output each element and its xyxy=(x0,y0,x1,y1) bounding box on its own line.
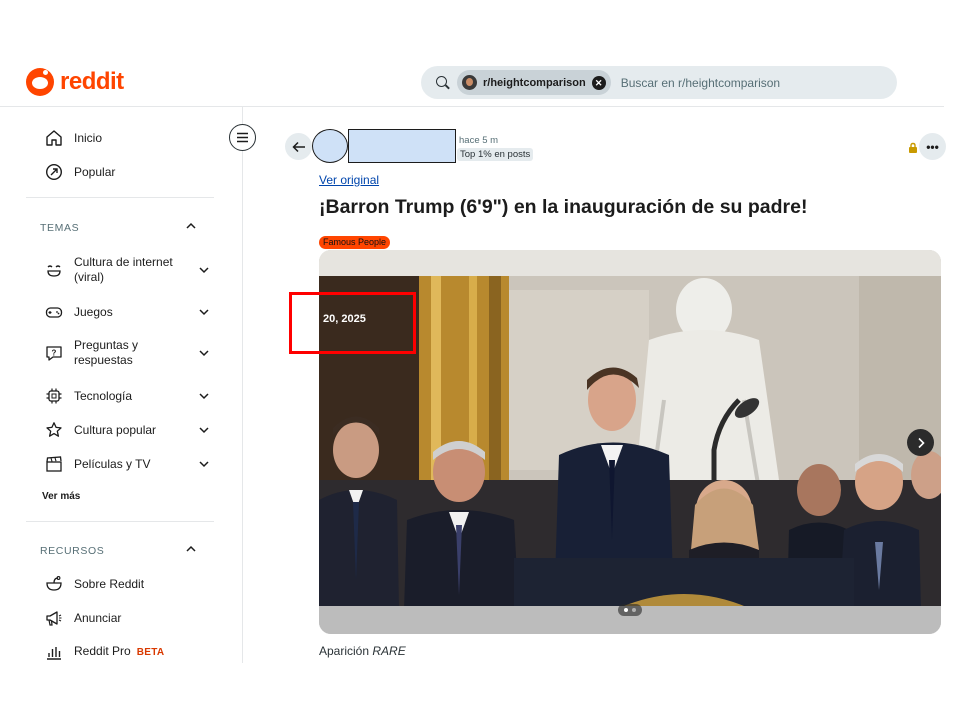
question-icon: ? xyxy=(44,343,64,363)
sidebar-item-label: Inicio xyxy=(74,130,103,145)
search-icon xyxy=(435,75,451,91)
sidebar-item-games[interactable]: Juegos xyxy=(26,297,214,327)
sidebar-item-label: Preguntas y respuestas xyxy=(74,338,139,367)
collapse-sidebar-button[interactable] xyxy=(229,124,256,151)
chevron-down-icon[interactable] xyxy=(196,456,212,472)
author-avatar-redacted[interactable] xyxy=(312,129,348,163)
search-input[interactable] xyxy=(620,75,871,90)
more-options-button[interactable]: ••• xyxy=(919,133,946,160)
hamburger-icon xyxy=(237,132,248,143)
sidebar-item-about-reddit[interactable]: Sobre Reddit xyxy=(26,569,214,599)
smile-icon xyxy=(44,260,64,280)
sidebar-item-label: Reddit Pro BETA xyxy=(74,644,165,658)
arrow-left-icon xyxy=(291,141,305,152)
top-header: reddit r/heightcomparison ✕ xyxy=(0,58,944,107)
chip-icon xyxy=(44,386,64,406)
popular-icon xyxy=(44,162,64,182)
divider xyxy=(26,197,214,198)
logo-text: reddit xyxy=(60,68,124,95)
sidebar-item-label: Tecnología xyxy=(74,388,133,403)
divider xyxy=(26,521,214,522)
chevron-down-icon[interactable] xyxy=(196,304,212,320)
section-title-topics: TEMAS xyxy=(40,222,80,234)
chevron-up-icon[interactable] xyxy=(184,219,198,233)
top-posts-badge: Top 1% en posts xyxy=(457,148,534,161)
subreddit-avatar xyxy=(462,75,477,90)
search-bar[interactable]: r/heightcomparison ✕ xyxy=(421,66,897,99)
chevron-down-icon[interactable] xyxy=(196,262,212,278)
home-icon xyxy=(44,128,64,148)
clapper-icon xyxy=(44,454,64,474)
red-highlight-box xyxy=(289,292,416,354)
chevron-down-icon[interactable] xyxy=(196,422,212,438)
megaphone-icon xyxy=(44,608,64,628)
carousel-next-button[interactable] xyxy=(907,429,934,456)
see-more-link[interactable]: Ver más xyxy=(42,491,80,502)
reddit-icon xyxy=(44,574,64,594)
sidebar-item-label: Sobre Reddit xyxy=(74,576,145,591)
reddit-snoo-icon xyxy=(26,68,54,96)
sidebar-item-home[interactable]: Inicio xyxy=(26,123,214,153)
sidebar-item-popular[interactable]: Popular xyxy=(26,157,214,187)
subreddit-chip[interactable]: r/heightcomparison ✕ xyxy=(457,70,611,95)
left-sidebar: Inicio Popular TEMAS Cultura de internet… xyxy=(26,107,243,663)
sidebar-item-internet-culture[interactable]: Cultura de internet (viral) xyxy=(26,253,214,287)
chevron-down-icon[interactable] xyxy=(196,388,212,404)
gamepad-icon xyxy=(44,302,64,322)
bar-chart-icon xyxy=(44,642,64,662)
reddit-page: reddit r/heightcomparison ✕ Inicio Popul… xyxy=(0,0,960,720)
svg-text:?: ? xyxy=(52,349,57,358)
sidebar-item-reddit-pro[interactable]: Reddit Pro BETA xyxy=(26,637,214,667)
sidebar-item-label: Cultura popular xyxy=(74,422,157,437)
author-name-redacted[interactable] xyxy=(348,129,456,163)
carousel-dot-active[interactable] xyxy=(624,608,628,612)
beta-badge: BETA xyxy=(136,647,165,658)
sidebar-item-advertise[interactable]: Anunciar xyxy=(26,603,214,633)
sidebar-item-label: Juegos xyxy=(74,304,113,319)
sidebar-item-label: Cultura de internet (viral) xyxy=(74,255,173,284)
sidebar-item-pop-culture[interactable]: Cultura popular xyxy=(26,415,214,445)
carousel-dot[interactable] xyxy=(632,608,636,612)
back-button[interactable] xyxy=(285,133,312,160)
chevron-down-icon[interactable] xyxy=(196,345,212,361)
post-time: hace 5 m xyxy=(459,135,499,146)
sidebar-item-label: Anunciar xyxy=(74,610,122,625)
view-original-link[interactable]: Ver original xyxy=(319,173,379,187)
sidebar-item-movies-tv[interactable]: Películas y TV xyxy=(26,449,214,479)
post-title: ¡Barron Trump (6'9") en la inauguración … xyxy=(319,196,808,218)
sidebar-item-qa[interactable]: ? Preguntas y respuestas xyxy=(26,336,214,370)
post-body-text: Aparición RARE xyxy=(319,644,406,658)
reddit-logo[interactable]: reddit xyxy=(26,68,124,96)
sidebar-item-technology[interactable]: Tecnología xyxy=(26,381,214,411)
lock-icon xyxy=(908,140,918,153)
chevron-up-icon[interactable] xyxy=(184,542,198,556)
section-title-resources: RECURSOS xyxy=(40,545,105,557)
sidebar-item-label: Películas y TV xyxy=(74,456,151,471)
ellipsis-icon: ••• xyxy=(926,139,939,154)
subreddit-chip-label: r/heightcomparison xyxy=(483,76,586,89)
post-flair[interactable]: Famous People xyxy=(319,236,391,249)
carousel-pagination[interactable] xyxy=(618,604,642,616)
chevron-right-icon xyxy=(917,437,925,448)
sidebar-item-label: Popular xyxy=(74,164,116,179)
star-icon xyxy=(44,420,64,440)
clear-chip-icon[interactable]: ✕ xyxy=(591,75,606,90)
